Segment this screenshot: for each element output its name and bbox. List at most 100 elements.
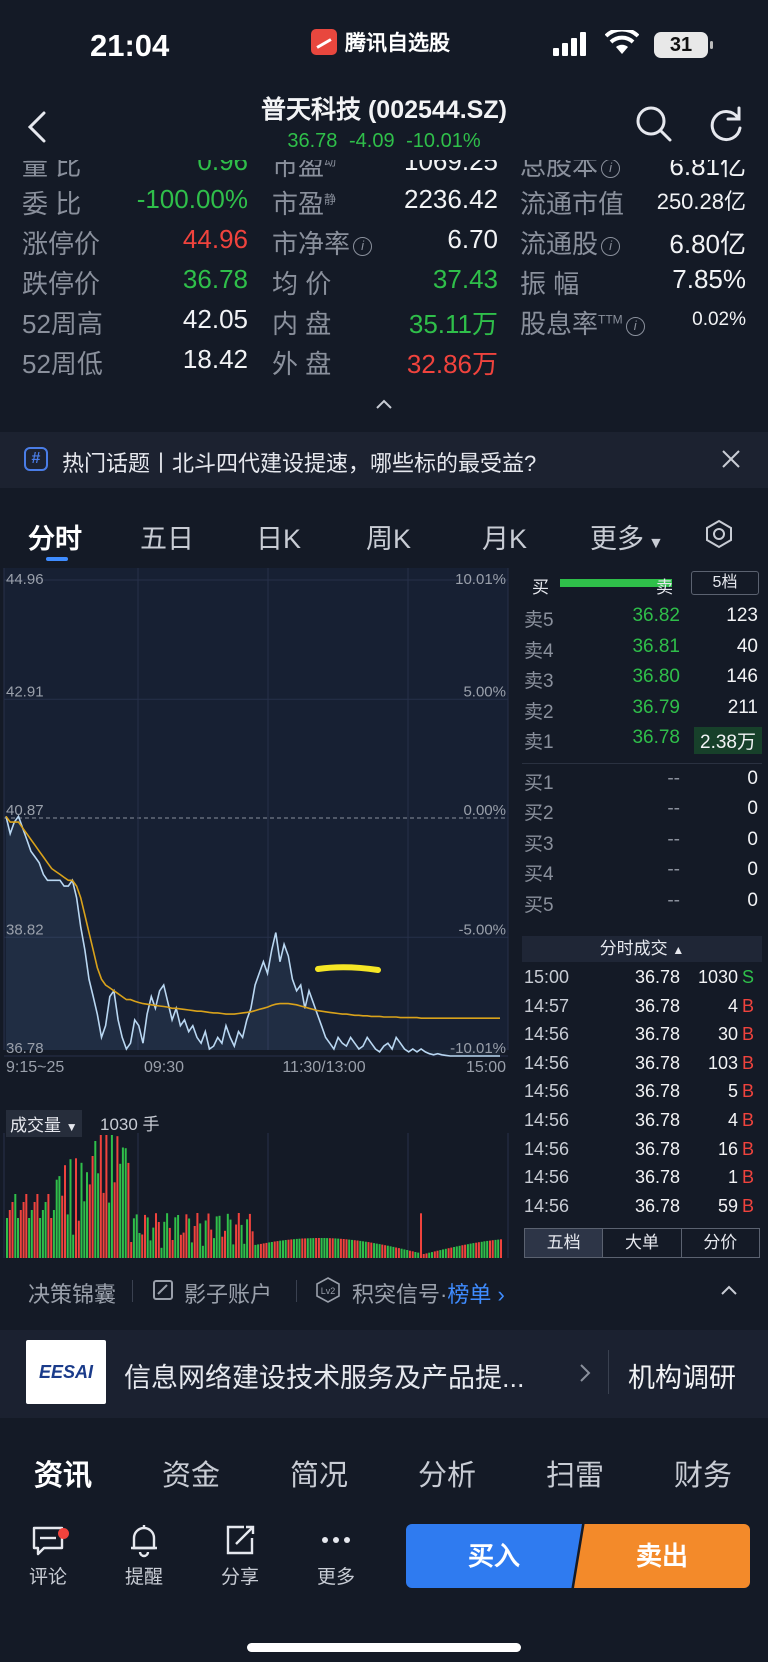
rank-link[interactable]: 榜单 [447,1282,491,1307]
volume-bar [420,1213,422,1258]
volume-bar [235,1224,238,1258]
collapse-caret-icon[interactable] [374,398,394,410]
volume-bar [94,1141,97,1258]
tab-profile[interactable]: 简况 [290,1452,348,1494]
tick-side: B [742,1110,755,1130]
volume-bar [69,1159,72,1258]
y-axis-label-right: -10.01% [450,1040,506,1057]
ask-row[interactable]: 卖4 36.81 40 [522,633,762,662]
tab-five-levels[interactable]: 五档 [525,1229,604,1257]
stock-price: 36.78 [287,130,338,152]
level-label: 卖1 [524,732,554,753]
quote-label-text: 量 比 [22,160,82,181]
close-icon[interactable] [720,448,742,470]
tab-analysis[interactable]: 分析 [418,1452,476,1494]
tick-row: 14:56 36.78 59 B [522,1193,762,1220]
tick-volume: 1030 [697,967,738,987]
volume-bar [47,1194,50,1258]
tab-more[interactable]: 更多 ▼ [590,517,664,556]
company-card[interactable]: EESAI 信息网络建设技术服务及产品提... 机构调研 [0,1330,768,1418]
tick-volume: 30 [717,1024,738,1045]
quote-value: 2236.42 [404,184,498,214]
tick-row: 15:00 36.78 1030 S [522,964,762,991]
buy-button[interactable]: 买入 [406,1524,582,1588]
y-axis-label-right: -5.00% [458,921,506,938]
bid-row[interactable]: 买5 -- 0 [522,887,762,916]
institutional-research-link[interactable]: 机构调研 [628,1356,736,1395]
level-volume: 0 [747,889,758,911]
intraday-chart[interactable]: 44.96 42.91 40.87 38.82 36.78 10.01% 5.00% 0.00… [0,568,516,1260]
info-icon[interactable]: i [601,236,621,256]
bid-row[interactable]: 买3 -- 0 [522,826,762,855]
info-icon[interactable]: i [353,236,373,256]
volume-bar [130,1242,133,1258]
quote-label[interactable]: 市净率 i [272,224,373,261]
tab-funds[interactable]: 资金 [162,1452,220,1494]
tab-weekly-k[interactable]: 周K [366,517,411,556]
bid-row[interactable]: 买4 -- 0 [522,856,762,885]
tick-price: 36.78 [634,1110,680,1130]
ask-row[interactable]: 卖5 36.82 123 [522,602,762,631]
refresh-icon[interactable] [706,104,746,144]
tab-news[interactable]: 资讯 [34,1452,92,1494]
volume-bar [279,1240,282,1258]
hashtag-icon: # [24,447,48,471]
ticks-header[interactable]: 分时成交 ▲ [522,936,762,962]
volume-bar [22,1202,25,1258]
tool-decision-kit[interactable]: 决策锦囊 [28,1277,116,1309]
info-icon[interactable]: i [601,160,621,178]
tab-financials[interactable]: 财务 [674,1452,732,1494]
volume-bar [425,1253,428,1258]
tab-risk-scan[interactable]: 扫雷 [546,1452,604,1494]
volume-bar [221,1236,224,1258]
volume-bar [182,1232,185,1258]
info-tabs: 资讯 资金 简况 分析 扫雷 财务 [0,1430,768,1516]
volume-bar [395,1247,398,1258]
quote-label: 跌停价 [22,264,100,301]
tick-side: B [742,1081,755,1102]
ask-row[interactable]: 卖3 36.80 146 [522,663,762,692]
info-icon[interactable]: i [625,316,645,336]
sell-button[interactable]: 卖出 [574,1524,750,1588]
ask-row[interactable]: 卖2 36.79 211 [522,694,762,723]
quote-label[interactable]: 股息率TTM i [520,304,645,341]
quote-value: 0.02% [692,309,746,330]
tab-daily-k[interactable]: 日K [256,517,301,556]
level-volume: 146 [726,666,758,687]
topic-banner[interactable]: # 热门话题丨北斗四代建设提速，哪些标的最受益? [0,432,768,488]
y-axis-label-left: 44.96 [6,571,44,588]
tab-five-day[interactable]: 五日 [140,517,194,556]
quote-label-text: 52周低 [22,349,103,379]
app-badge: 腾讯自选股 [311,27,450,57]
alert-button[interactable]: 提醒 [114,1522,174,1589]
tab-monthly-k[interactable]: 月K [482,517,527,556]
level-toggle-button[interactable]: 5档 [691,571,759,595]
bid-row[interactable]: 买2 -- 0 [522,795,762,824]
quote-label[interactable]: 流通股 i [520,224,621,261]
tool-shadow-account[interactable]: 影子账户 [184,1277,272,1309]
volume-bar [246,1219,249,1258]
volume-bar [218,1215,221,1258]
search-icon[interactable] [634,104,674,144]
ask-row[interactable]: 卖1 36.78 2.38万 [522,724,762,754]
volume-bar [190,1242,193,1258]
settings-hexagon-icon[interactable] [704,519,734,549]
bid-row[interactable]: 买1 -- 0 [522,765,762,794]
collapse-caret-icon[interactable] [720,1284,738,1296]
tool-signal[interactable]: 积突信号·榜单 › [352,1277,505,1309]
volume-bar [475,1242,478,1258]
tab-big-orders[interactable]: 大单 [603,1229,682,1257]
tab-intraday[interactable]: 分时 [28,517,82,556]
level-price: -- [667,798,680,819]
level-label: 买1 [524,772,554,794]
y-axis-label-left: 40.87 [6,802,44,819]
more-button[interactable]: 更多 [306,1522,366,1589]
level-label: 买3 [524,833,554,855]
volume-bar [326,1238,329,1258]
share-button[interactable]: 分享 [210,1522,270,1589]
tick-volume: 5 [727,1081,738,1102]
comment-button[interactable]: 评论 [18,1522,78,1589]
volume-label[interactable]: 成交量 ▼ [6,1110,82,1137]
tool-signal-label: 积突信号· [352,1282,448,1307]
tab-price-distribution[interactable]: 分价 [682,1229,759,1257]
